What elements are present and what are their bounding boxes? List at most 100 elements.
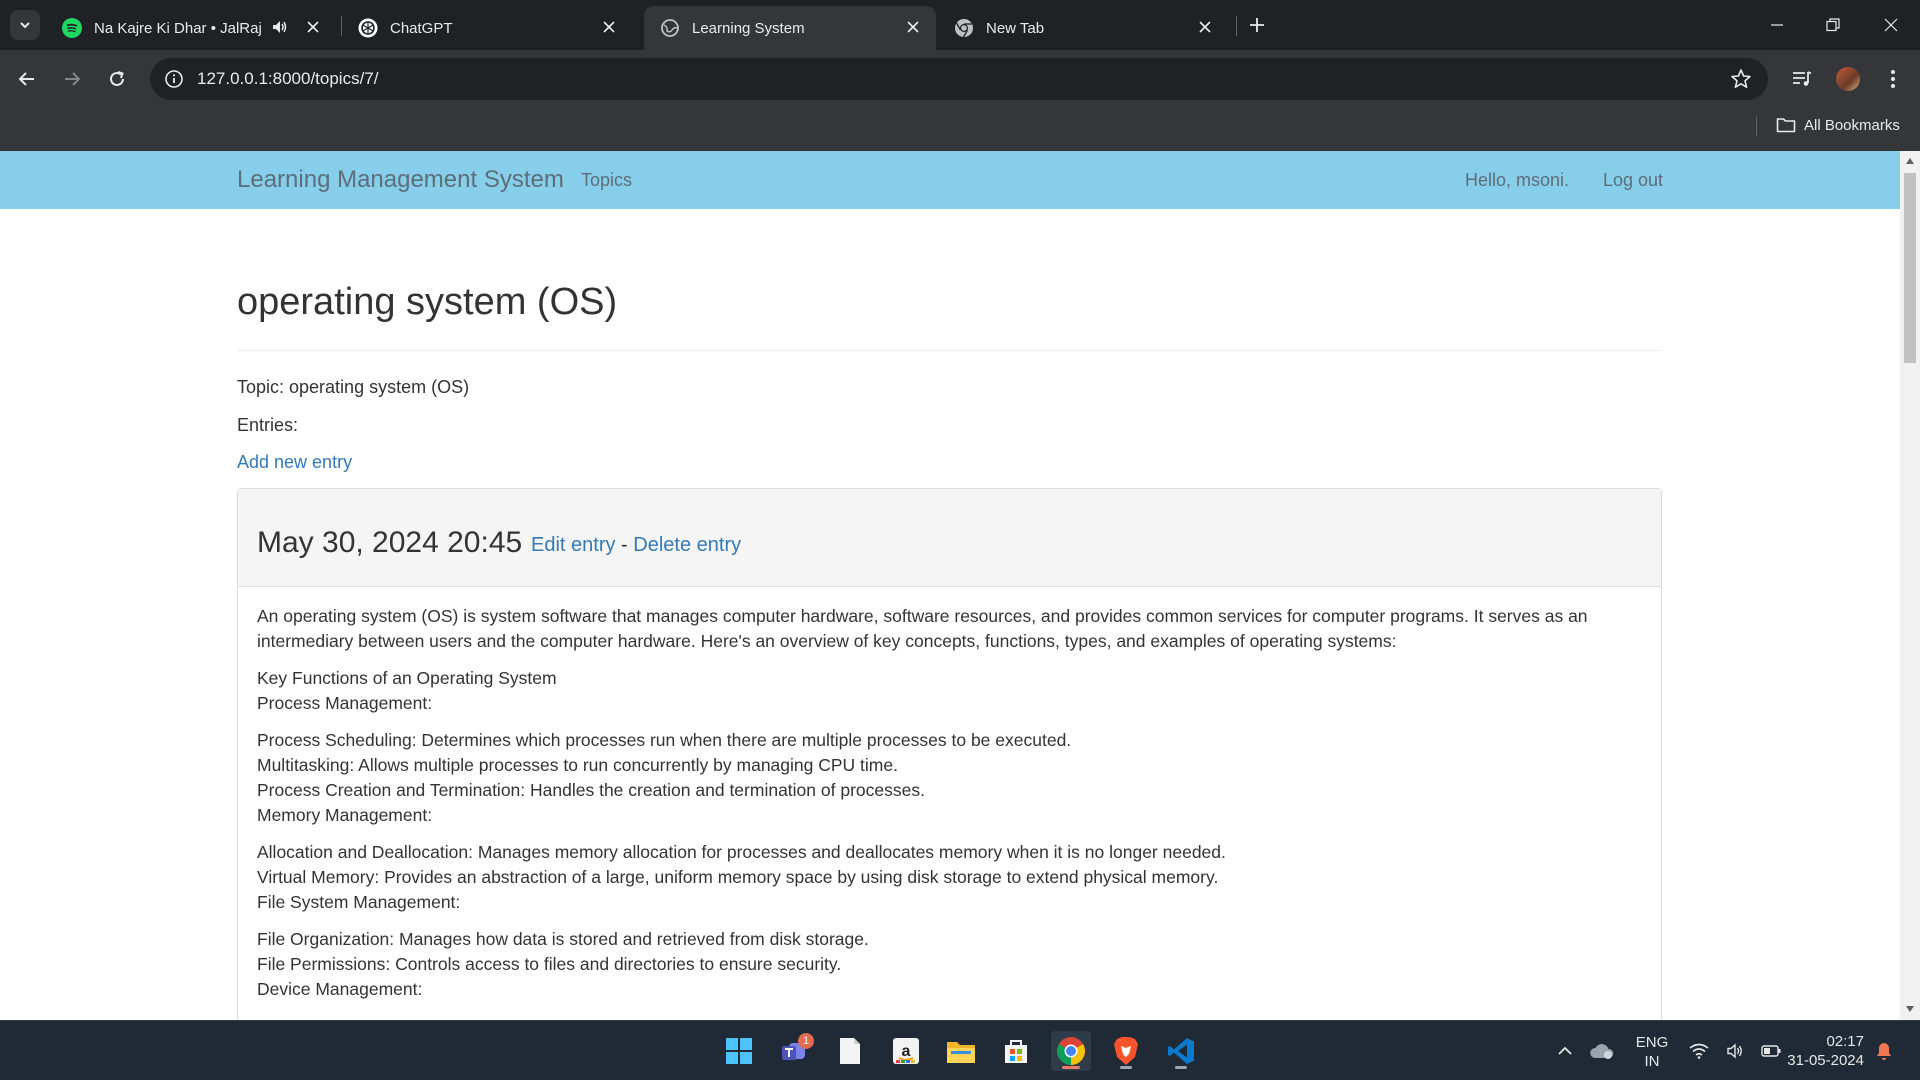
amazon-app[interactable]: a xyxy=(886,1031,926,1071)
close-icon xyxy=(1884,18,1898,32)
entry-line: File Organization: Manages how data is s… xyxy=(257,929,869,949)
restore-icon xyxy=(1826,18,1840,32)
media-queue-icon xyxy=(1793,71,1812,86)
entry-body: An operating system (OS) is system softw… xyxy=(257,604,1647,1014)
tab-chatgpt[interactable]: ChatGPT xyxy=(342,6,632,50)
address-bar[interactable]: 127.0.0.1:8000/topics/7/ xyxy=(150,58,1768,100)
notifications-button[interactable] xyxy=(1864,1031,1904,1071)
url-text[interactable]: 127.0.0.1:8000/topics/7/ xyxy=(197,69,378,89)
brand-link[interactable]: Learning Management System xyxy=(237,166,564,194)
speaker-icon[interactable] xyxy=(270,18,288,40)
start-button[interactable] xyxy=(719,1031,759,1071)
entries-label: Entries: xyxy=(237,415,299,435)
close-icon[interactable] xyxy=(1196,18,1214,36)
bookmarks-separator xyxy=(1756,116,1757,136)
profile-button[interactable] xyxy=(1833,64,1863,94)
entry-paragraph: Key Functions of an Operating System Pro… xyxy=(257,666,1647,716)
minimize-button[interactable] xyxy=(1764,12,1790,38)
scroll-up-arrow-icon[interactable] xyxy=(1905,156,1915,166)
folder-icon xyxy=(1776,118,1796,133)
add-new-entry-link[interactable]: Add new entry xyxy=(237,452,352,473)
entry-panel-heading: May 30, 2024 20:45 Edit entry - Delete e… xyxy=(238,489,1661,587)
close-icon[interactable] xyxy=(304,18,322,36)
notepad-app[interactable] xyxy=(830,1031,870,1071)
chevron-up-icon xyxy=(1558,1046,1572,1055)
all-bookmarks-button[interactable]: All Bookmarks xyxy=(1776,116,1900,134)
onedrive-button[interactable] xyxy=(1582,1031,1622,1071)
all-bookmarks-label: All Bookmarks xyxy=(1804,116,1900,134)
cloud-icon xyxy=(1590,1044,1614,1059)
vscode-app[interactable] xyxy=(1161,1031,1201,1071)
delete-entry-link[interactable]: Delete entry xyxy=(633,534,741,556)
tab-new-tab[interactable]: New Tab xyxy=(938,6,1228,50)
site-info-icon[interactable] xyxy=(164,69,184,94)
entry-line: Process Creation and Termination: Handle… xyxy=(257,780,925,800)
show-hidden-icons-button[interactable] xyxy=(1545,1031,1585,1071)
running-app-indicator xyxy=(1175,1066,1187,1069)
bell-icon xyxy=(1877,1043,1891,1060)
media-control-button[interactable] xyxy=(1787,64,1817,94)
vscode-icon xyxy=(1168,1038,1194,1064)
clock-date: 31-05-2024 xyxy=(1787,1052,1864,1069)
file-explorer-icon xyxy=(947,1042,975,1063)
page-scrollbar[interactable] xyxy=(1900,151,1920,1020)
entry-line: Multitasking: Allows multiple processes … xyxy=(257,755,898,775)
entry-line: Virtual Memory: Provides an abstraction … xyxy=(257,867,1219,887)
plus-icon xyxy=(1250,18,1264,32)
clock[interactable]: 02:17 31-05-2024 xyxy=(1784,1032,1864,1070)
tab-learning-system[interactable]: Learning System xyxy=(644,6,936,50)
entry-line: Allocation and Deallocation: Manages mem… xyxy=(257,842,1226,862)
back-button[interactable] xyxy=(12,64,42,94)
page-viewport: Learning Management System Topics Hello,… xyxy=(0,151,1900,1020)
wifi-icon xyxy=(1689,1043,1709,1059)
windows-start-icon xyxy=(726,1038,752,1064)
edit-entry-link[interactable]: Edit entry xyxy=(531,534,615,556)
brave-app[interactable] xyxy=(1106,1031,1146,1071)
tab-search-button[interactable] xyxy=(10,10,40,40)
nav-topics-link[interactable]: Topics xyxy=(581,170,632,191)
title-divider xyxy=(237,350,1662,351)
avatar xyxy=(1836,67,1860,91)
entry-line: Process Management: xyxy=(257,693,433,713)
close-icon[interactable] xyxy=(904,18,922,36)
spotify-icon xyxy=(62,18,82,38)
close-window-button[interactable] xyxy=(1878,12,1904,38)
site-navbar: Learning Management System Topics Hello,… xyxy=(0,151,1900,209)
user-greeting: Hello, msoni. xyxy=(1465,170,1570,190)
reload-button[interactable] xyxy=(102,64,132,94)
microsoft-store-icon xyxy=(1005,1040,1027,1063)
scroll-down-arrow-icon[interactable] xyxy=(1905,1004,1915,1014)
close-icon[interactable] xyxy=(600,18,618,36)
new-tab-button[interactable] xyxy=(1244,12,1270,38)
minimize-icon xyxy=(1771,24,1783,26)
teams-app[interactable]: 1 xyxy=(774,1031,814,1071)
bookmark-star-icon[interactable] xyxy=(1730,68,1752,95)
file-explorer-app[interactable] xyxy=(941,1031,981,1071)
browser-toolbar: 127.0.0.1:8000/topics/7/ xyxy=(0,50,1920,108)
forward-button[interactable] xyxy=(57,64,87,94)
entry-paragraph: Process Scheduling: Determines which pro… xyxy=(257,728,1647,828)
amazon-icon: a xyxy=(893,1038,919,1064)
notepad-icon xyxy=(840,1038,860,1064)
active-app-indicator xyxy=(1062,1066,1080,1069)
restore-button[interactable] xyxy=(1820,12,1846,38)
taskbar: 1 a ENG IN 02:17 31-05-2024 xyxy=(0,1020,1920,1080)
entry-line: Key Functions of an Operating System xyxy=(257,668,557,688)
tab-spotify[interactable]: Na Kajre Ki Dhar • JalRaj xyxy=(46,6,336,50)
tab-strip: Na Kajre Ki Dhar • JalRaj ChatGPT Learni… xyxy=(0,0,1920,50)
quick-settings-button[interactable] xyxy=(1680,1031,1790,1071)
entry-paragraph: An operating system (OS) is system softw… xyxy=(257,604,1647,654)
language-code: ENG xyxy=(1635,1034,1669,1051)
entry-line: File Permissions: Controls access to fil… xyxy=(257,954,842,974)
scrollbar-thumb[interactable] xyxy=(1904,173,1916,363)
language-indicator[interactable]: ENG IN xyxy=(1632,1033,1672,1071)
action-separator: - xyxy=(621,534,628,556)
chevron-down-icon xyxy=(20,22,30,29)
microsoft-store-app[interactable] xyxy=(996,1031,1036,1071)
clock-time: 02:17 xyxy=(1826,1033,1864,1050)
entry-line: Memory Management: xyxy=(257,805,433,825)
browser-menu-button[interactable] xyxy=(1878,64,1908,94)
entry-line: Process Scheduling: Determines which pro… xyxy=(257,730,1072,750)
logout-link[interactable]: Log out xyxy=(1603,170,1663,191)
chrome-app[interactable] xyxy=(1051,1031,1091,1071)
